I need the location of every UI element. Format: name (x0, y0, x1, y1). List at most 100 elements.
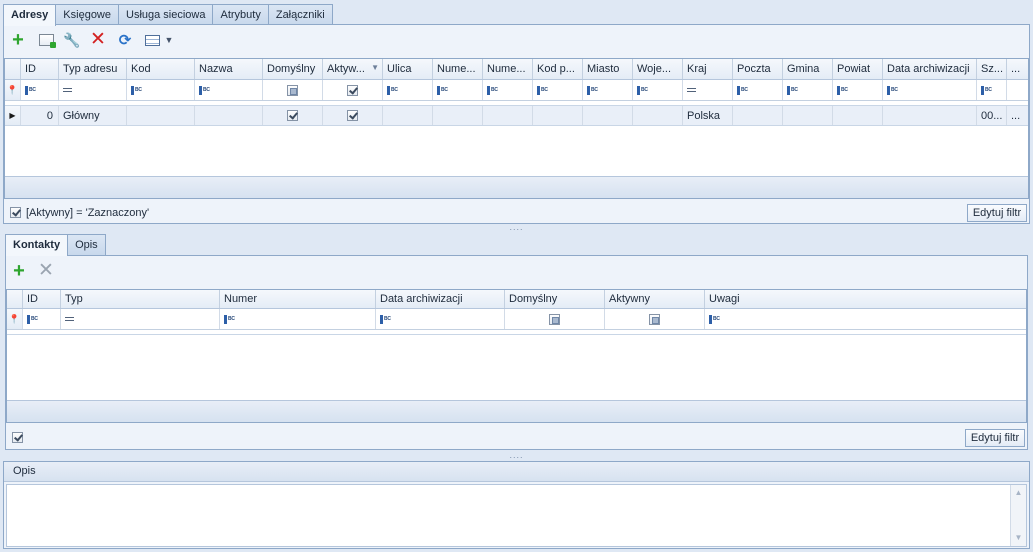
filter-powiat[interactable]: BC (833, 80, 883, 100)
splitter-handle-2[interactable]: .... (0, 451, 1033, 461)
filter-kraj[interactable] (683, 80, 733, 100)
filter-wojewodztwo[interactable]: BC (633, 80, 683, 100)
col-header-uwagi[interactable]: Uwagi (705, 290, 1026, 308)
filter-funnel-icon[interactable]: ▼ (371, 63, 379, 72)
filter-typ[interactable] (61, 309, 220, 329)
indeterminate-checkbox[interactable] (649, 313, 660, 325)
indeterminate-checkbox[interactable] (549, 313, 560, 325)
edit-filter-button[interactable]: Edytuj filtr (967, 204, 1027, 222)
cell-kod[interactable] (127, 106, 195, 125)
tab-zalaczniki[interactable]: Załączniki (267, 4, 333, 25)
filter-numer-lokalu[interactable]: BC (483, 80, 533, 100)
active-checkbox[interactable] (347, 110, 358, 121)
tab-adresy[interactable]: Adresy (3, 4, 57, 26)
col-header-sz[interactable]: Sz... (977, 59, 1007, 79)
add-image-icon[interactable] (37, 31, 56, 49)
contacts-edit-filter-button[interactable]: Edytuj filtr (965, 429, 1025, 447)
col-header-numer[interactable]: Numer (220, 290, 376, 308)
col-header-aktywny[interactable]: Aktyw... ▼ (323, 59, 383, 79)
col-header-kod[interactable]: Kod (127, 59, 195, 79)
filter-ulica[interactable]: BC (383, 80, 433, 100)
contacts-filter-enable-checkbox[interactable] (12, 432, 23, 443)
filter-id[interactable]: BC (21, 80, 59, 100)
cell-kraj[interactable]: Polska (683, 106, 733, 125)
cell-typ-adresu[interactable]: Główny (59, 106, 127, 125)
filter-id[interactable]: BC (23, 309, 61, 329)
filter-numer[interactable]: BC (220, 309, 376, 329)
filter-kod-pocztowy[interactable]: BC (533, 80, 583, 100)
cell-sz[interactable]: 00... (977, 106, 1007, 125)
col-header-gmina[interactable]: Gmina (783, 59, 833, 79)
scroll-down-arrow-icon[interactable]: ▼ (1011, 532, 1026, 544)
col-header-kod-pocztowy[interactable]: Kod p... (533, 59, 583, 79)
cell-more[interactable]: ... (1007, 106, 1028, 125)
col-header-powiat[interactable]: Powiat (833, 59, 883, 79)
cell-kod-pocztowy[interactable] (533, 106, 583, 125)
col-header-wojewodztwo[interactable]: Woje... (633, 59, 683, 79)
filter-kod[interactable]: BC (127, 80, 195, 100)
col-header-aktywny[interactable]: Aktywny (605, 290, 705, 308)
cell-gmina[interactable] (783, 106, 833, 125)
cell-powiat[interactable] (833, 106, 883, 125)
col-header-numer-domu[interactable]: Nume... (433, 59, 483, 79)
col-header-domyslny[interactable]: Domyślny (263, 59, 323, 79)
refresh-icon[interactable]: ⟳ (116, 31, 134, 49)
cell-id[interactable]: 0 (21, 106, 59, 125)
tab-ksiegowe[interactable]: Księgowe (55, 4, 119, 25)
cell-numer-lokalu[interactable] (483, 106, 533, 125)
scroll-up-arrow-icon[interactable]: ▲ (1011, 487, 1026, 499)
cell-domyslny[interactable] (263, 106, 323, 125)
col-header-poczta[interactable]: Poczta (733, 59, 783, 79)
filter-domyslny[interactable] (263, 80, 323, 100)
filter-numer-domu[interactable]: BC (433, 80, 483, 100)
dropdown-caret-icon[interactable]: ▼ (163, 31, 175, 49)
cell-miasto[interactable] (583, 106, 633, 125)
col-header-typ[interactable]: Typ (61, 290, 220, 308)
col-header-miasto[interactable]: Miasto (583, 59, 633, 79)
col-header-id[interactable]: ID (21, 59, 59, 79)
col-header-kraj[interactable]: Kraj (683, 59, 733, 79)
col-header-data-archiwizacji[interactable]: Data archiwizacji (883, 59, 977, 79)
filter-aktywny[interactable] (323, 80, 383, 100)
cell-poczta[interactable] (733, 106, 783, 125)
tab-kontakty[interactable]: Kontakty (5, 234, 69, 256)
filter-nazwa[interactable]: BC (195, 80, 263, 100)
cell-wojewodztwo[interactable] (633, 106, 683, 125)
tab-opis[interactable]: Opis (67, 234, 106, 255)
col-header-domyslny[interactable]: Domyślny (505, 290, 605, 308)
description-scrollbar[interactable]: ▲ ▼ (1010, 485, 1026, 546)
filter-uwagi[interactable]: BC (705, 309, 1026, 329)
col-header-id[interactable]: ID (23, 290, 61, 308)
col-header-nazwa[interactable]: Nazwa (195, 59, 263, 79)
tab-atrybuty[interactable]: Atrybuty (212, 4, 269, 25)
filter-aktywny[interactable] (605, 309, 705, 329)
col-header-typ-adresu[interactable]: Typ adresu (59, 59, 127, 79)
cell-data-archiwizacji[interactable] (883, 106, 977, 125)
filter-sz[interactable]: BC (977, 80, 1007, 100)
cell-nazwa[interactable] (195, 106, 263, 125)
checked-checkbox[interactable] (347, 84, 358, 96)
filter-miasto[interactable]: BC (583, 80, 633, 100)
filter-domyslny[interactable] (505, 309, 605, 329)
grid-view-icon[interactable] (143, 31, 161, 49)
indeterminate-checkbox[interactable] (287, 84, 298, 96)
filter-enable-checkbox[interactable] (10, 207, 21, 218)
table-row[interactable]: ▶ 0 Główny Polska 00... ... (5, 105, 1028, 126)
col-header-more[interactable]: ... (1007, 59, 1028, 79)
default-checkbox[interactable] (287, 110, 298, 121)
add-contact-icon[interactable]: + (10, 261, 28, 281)
delete-contact-icon[interactable]: ✕ (37, 261, 55, 280)
filter-gmina[interactable]: BC (783, 80, 833, 100)
cell-numer-domu[interactable] (433, 106, 483, 125)
tab-usluga-sieciowa[interactable]: Usługa sieciowa (118, 4, 214, 25)
description-textarea[interactable]: ▲ ▼ (6, 484, 1027, 547)
filter-typ-adresu[interactable] (59, 80, 127, 100)
add-icon[interactable]: + (9, 30, 27, 50)
filter-poczta[interactable]: BC (733, 80, 783, 100)
filter-data-archiwizacji[interactable]: BC (376, 309, 505, 329)
col-header-ulica[interactable]: Ulica (383, 59, 433, 79)
splitter-handle[interactable]: .... (0, 223, 1033, 233)
cell-aktywny[interactable] (323, 106, 383, 125)
filter-data-archiwizacji[interactable]: BC (883, 80, 977, 100)
edit-wrench-icon[interactable]: 🔧 (63, 31, 81, 49)
